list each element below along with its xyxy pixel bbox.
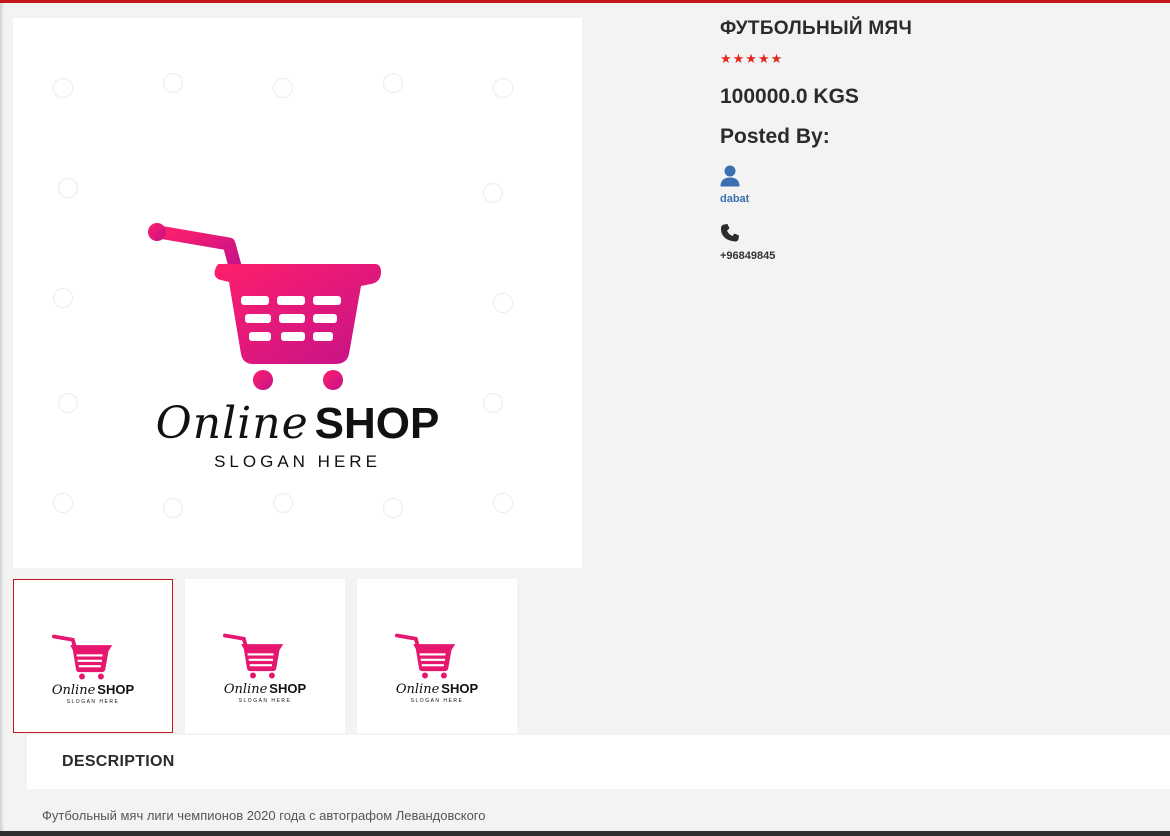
logo-shop-text: SHOP xyxy=(314,399,440,448)
thumbnail-logo-slogan: SLOGAN HERE xyxy=(66,699,120,705)
thumbnail-3[interactable]: Online SHOP SLOGAN HERE xyxy=(357,579,517,733)
description-text: Футбольный мяч лиги чемпионов 2020 года … xyxy=(42,808,486,823)
shopping-cart-icon xyxy=(51,634,113,680)
watermark-mark xyxy=(53,493,73,513)
description-tab-bar: DESCRIPTION xyxy=(27,735,1170,789)
thumbnail-logo-online: Online xyxy=(395,682,440,697)
watermark-mark xyxy=(483,183,503,203)
top-accent-bar xyxy=(0,0,1170,3)
thumbnail-logo-shop: SHOP xyxy=(441,681,479,696)
star-rating: ★★★★★ xyxy=(720,52,784,67)
watermark-mark xyxy=(493,493,513,513)
watermark-mark xyxy=(383,73,403,93)
product-title: ФУТБОЛЬНЫЙ МЯЧ xyxy=(720,18,913,39)
thumbnail-logo-wordmark: Online SHOP xyxy=(14,682,172,698)
thumbnail-logo-slogan: SLOGAN HERE xyxy=(238,698,292,704)
thumbnail-1[interactable]: Online SHOP SLOGAN HERE xyxy=(13,579,173,733)
phone-icon xyxy=(720,224,739,242)
watermark-mark xyxy=(163,498,183,518)
shopping-cart-icon xyxy=(395,633,456,679)
watermark-mark xyxy=(493,78,513,98)
watermark-mark xyxy=(58,178,78,198)
shopping-cart-icon xyxy=(222,633,284,679)
user-icon xyxy=(720,165,740,187)
tab-description[interactable]: DESCRIPTION xyxy=(62,753,175,771)
watermark-mark xyxy=(273,493,293,513)
seller-phone: +96849845 xyxy=(720,250,776,262)
seller-name-link[interactable]: dabat xyxy=(720,193,749,205)
thumbnail-logo-online: Online xyxy=(223,682,268,697)
logo-slogan: SLOGAN HERE xyxy=(214,452,381,471)
thumbnail-logo-slogan: SLOGAN HERE xyxy=(410,698,464,704)
watermark-mark xyxy=(53,288,73,308)
logo-wordmark: Online SHOP xyxy=(13,398,582,449)
watermark-mark xyxy=(53,78,73,98)
bottom-bar xyxy=(0,831,1170,836)
logo-online-text: Online xyxy=(155,398,309,449)
thumbnail-logo-shop: SHOP xyxy=(269,681,307,696)
shopping-cart-icon xyxy=(148,223,381,390)
watermark-mark xyxy=(383,498,403,518)
thumbnail-logo-shop: SHOP xyxy=(97,682,135,697)
watermark-mark xyxy=(273,78,293,98)
left-edge-shadow xyxy=(0,3,4,836)
thumbnail-2[interactable]: Online SHOP SLOGAN HERE xyxy=(185,579,345,733)
product-price: 100000.0 KGS xyxy=(720,85,859,108)
thumbnail-logo-wordmark: Online SHOP xyxy=(185,681,345,697)
thumbnail-logo-wordmark: Online SHOP xyxy=(357,681,517,697)
main-product-image[interactable]: Online SHOP SLOGAN HERE xyxy=(13,18,582,568)
watermark-mark xyxy=(493,293,513,313)
watermark-mark xyxy=(163,73,183,93)
thumbnail-logo-online: Online xyxy=(51,683,96,698)
posted-by-heading: Posted By: xyxy=(720,125,830,148)
